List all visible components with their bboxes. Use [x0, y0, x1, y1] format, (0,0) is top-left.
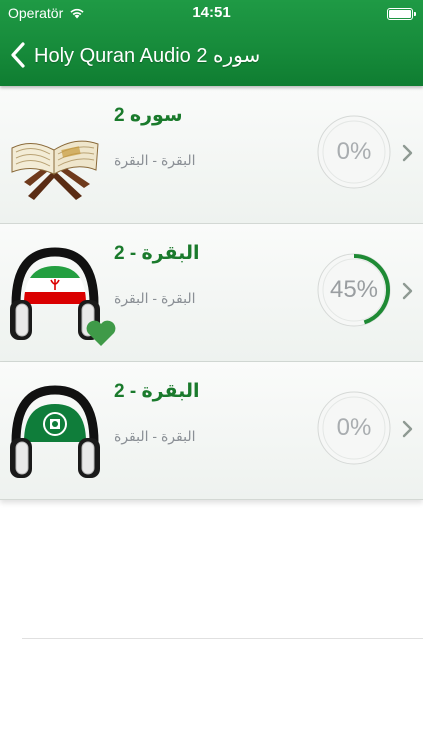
headphones-arab-league-flag-icon: [10, 385, 100, 478]
progress-label: 0%: [336, 138, 372, 165]
progress-indicator: 0%: [316, 390, 392, 466]
chevron-left-icon: [11, 42, 25, 68]
progress-label: 45%: [329, 276, 379, 303]
navigation-header: Operatör 14:51 Holy Quran Audio 2 سوره: [0, 0, 423, 86]
empty-cell-divider: [22, 638, 423, 639]
list-item[interactable]: 2 - البقرة البقرة - البقرة 45%: [0, 224, 423, 362]
quran-book-icon: [11, 140, 99, 200]
status-bar: Operatör 14:51: [0, 0, 423, 28]
chevron-right-icon: [402, 144, 413, 162]
progress-indicator: 45%: [316, 252, 392, 328]
progress-label: 0%: [336, 414, 372, 441]
row-title: سوره 2: [114, 105, 183, 126]
favorite-heart-icon: [86, 320, 116, 346]
status-time: 14:51: [192, 4, 231, 21]
row-subtitle: البقرة - البقرة: [114, 428, 196, 444]
list-item[interactable]: سوره 2 البقرة - البقرة 0%: [0, 86, 423, 224]
chevron-right-icon: [402, 282, 413, 300]
nav-bar: Holy Quran Audio 2 سوره: [0, 32, 423, 78]
row-title: 2 - البقرة: [114, 243, 200, 264]
chevron-right-icon: [402, 420, 413, 438]
battery-icon: [387, 8, 416, 20]
progress-indicator: 0%: [316, 114, 392, 190]
row-subtitle: البقرة - البقرة: [114, 152, 196, 168]
row-title: 2 - البقرة: [114, 381, 200, 402]
back-button[interactable]: Holy Quran Audio 2 سوره: [10, 32, 260, 78]
page-title: Holy Quran Audio 2 سوره: [34, 44, 261, 67]
row-subtitle: البقرة - البقرة: [114, 290, 196, 306]
list-item[interactable]: 2 - البقرة البقرة - البقرة 0%: [0, 362, 423, 500]
audio-list: سوره 2 البقرة - البقرة 0% 2 - البقرة الب…: [0, 86, 423, 500]
